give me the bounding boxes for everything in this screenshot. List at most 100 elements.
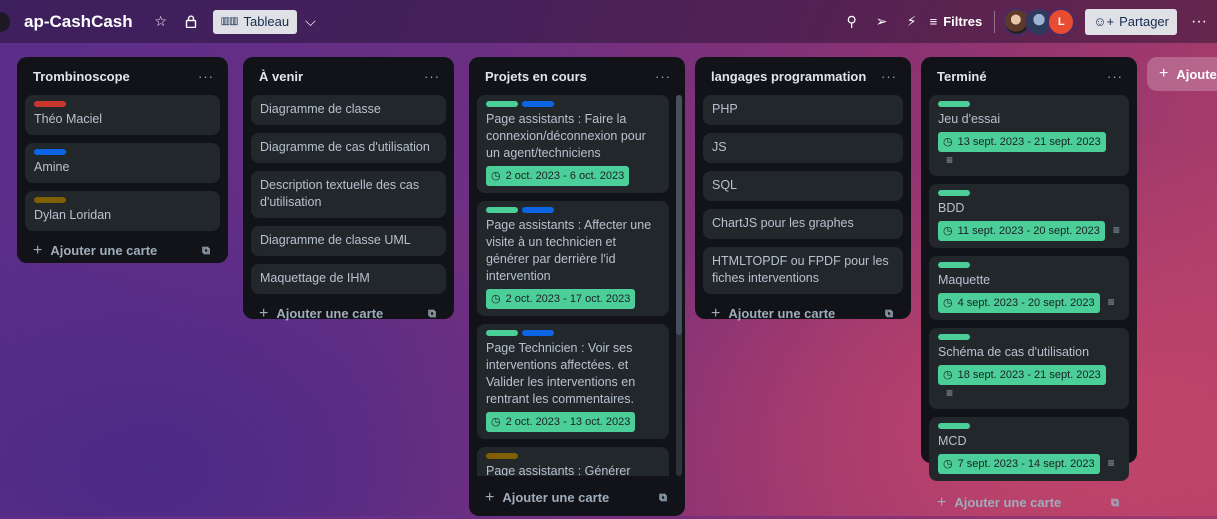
due-date-badge[interactable]: ◷ 13 sept. 2023 - 21 sept. 2023: [938, 132, 1106, 152]
card[interactable]: Diagramme de cas d'utilisation: [251, 133, 446, 163]
card-label[interactable]: [486, 207, 518, 213]
card[interactable]: Diagramme de classe UML: [251, 226, 446, 256]
card-title: Page assistants : Générer fiche interven…: [486, 464, 631, 476]
add-list-button[interactable]: + Ajoutez: [1147, 57, 1217, 91]
card-label[interactable]: [522, 330, 554, 336]
card[interactable]: JS: [703, 133, 903, 163]
filters-button[interactable]: ≡ Filtres: [930, 14, 983, 29]
list-scrollbar[interactable]: [676, 95, 682, 476]
list-menu-icon[interactable]: ···: [655, 69, 671, 84]
list-menu-icon[interactable]: ···: [1107, 69, 1123, 84]
add-card-button[interactable]: + Ajouter une carte ⧉: [703, 298, 903, 330]
card-label[interactable]: [938, 190, 970, 197]
card-label[interactable]: [938, 101, 970, 107]
card[interactable]: ChartJS pour les graphes: [703, 209, 903, 239]
card-label[interactable]: [522, 101, 554, 107]
card-label[interactable]: [938, 262, 970, 269]
card-badges: ◷ 2 oct. 2023 - 6 oct. 2023: [486, 162, 660, 186]
list-title[interactable]: À venir: [259, 69, 303, 84]
star-icon[interactable]: ☆: [149, 10, 173, 34]
card[interactable]: Page Technicien : Voir ses interventions…: [477, 324, 669, 439]
card-template-icon[interactable]: ⧉: [659, 492, 667, 505]
add-card-label: Ajouter une carte: [954, 495, 1062, 511]
send-icon[interactable]: ➢: [870, 10, 894, 34]
chevron-down-icon[interactable]: ⌵: [305, 13, 316, 30]
card-label[interactable]: [522, 207, 554, 213]
card-template-icon[interactable]: ⧉: [202, 245, 210, 258]
card-template-icon[interactable]: ⧉: [1111, 497, 1119, 510]
card[interactable]: Maquette ◷ 4 sept. 2023 - 20 sept. 2023 ≡: [929, 256, 1129, 321]
card-label[interactable]: [486, 330, 518, 336]
list-menu-icon[interactable]: ···: [881, 69, 897, 84]
due-date-badge[interactable]: ◷ 2 oct. 2023 - 17 oct. 2023: [486, 289, 636, 309]
board-view-button[interactable]: ▥▥ Tableau: [212, 9, 298, 34]
list-scroll-area[interactable]: Page assistants : Faire la connexion/déc…: [477, 95, 677, 476]
due-date-badge[interactable]: ◷ 11 sept. 2023 - 20 sept. 2023: [938, 221, 1105, 242]
card-label[interactable]: [34, 101, 66, 107]
member-avatars[interactable]: L: [1003, 7, 1076, 36]
due-date-badge[interactable]: ◷ 2 oct. 2023 - 6 oct. 2023: [486, 166, 630, 186]
sidebar-toggle[interactable]: [0, 11, 10, 32]
card-template-icon[interactable]: ⧉: [885, 308, 893, 321]
add-card-button[interactable]: + Ajouter une carte ⧉: [251, 298, 446, 330]
board-title[interactable]: ap-CashCash: [24, 12, 133, 32]
card-labels[interactable]: [486, 101, 660, 107]
list-title[interactable]: Projets en cours: [485, 69, 587, 84]
add-card-button[interactable]: + Ajouter une carte ⧉: [477, 482, 677, 514]
card-template-icon[interactable]: ⧉: [428, 308, 436, 321]
card-labels[interactable]: [486, 330, 660, 336]
card-labels[interactable]: [34, 149, 211, 155]
card[interactable]: Page assistants : Générer fiche interven…: [477, 447, 669, 476]
card-labels[interactable]: [938, 190, 1120, 197]
scrollbar-thumb[interactable]: [676, 95, 682, 335]
card-label[interactable]: [34, 197, 66, 203]
lightning-icon[interactable]: ⚡: [900, 10, 924, 34]
card[interactable]: Maquettage de IHM: [251, 264, 446, 294]
list-title[interactable]: langages programmation: [711, 69, 866, 84]
card[interactable]: Jeu d'essai ◷ 13 sept. 2023 - 21 sept. 202…: [929, 95, 1129, 177]
card-label[interactable]: [34, 149, 66, 155]
card[interactable]: HTMLTOPDF ou FPDF pour les fiches interv…: [703, 247, 903, 294]
card[interactable]: Page assistants : Affecter une visite à …: [477, 201, 669, 316]
card[interactable]: Théo Maciel: [25, 95, 220, 135]
card[interactable]: Amine: [25, 143, 220, 183]
card[interactable]: Page assistants : Faire la connexion/déc…: [477, 95, 669, 193]
card-labels[interactable]: [938, 101, 1120, 107]
location-icon[interactable]: ⚲: [840, 10, 864, 34]
card-title: Diagramme de cas d'utilisation: [260, 140, 430, 154]
add-card-button[interactable]: + Ajouter une carte ⧉: [25, 235, 220, 267]
card-label[interactable]: [938, 334, 970, 341]
card-label[interactable]: [486, 101, 518, 107]
card[interactable]: MCD ◷ 7 sept. 2023 - 14 sept. 2023 ≡: [929, 417, 1129, 482]
due-date-badge[interactable]: ◷ 18 sept. 2023 - 21 sept. 2023: [938, 365, 1106, 386]
lock-icon[interactable]: [179, 10, 203, 34]
add-card-button[interactable]: + Ajouter une carte ⧉: [929, 487, 1129, 519]
card[interactable]: PHP: [703, 95, 903, 125]
list-menu-icon[interactable]: ···: [198, 69, 214, 84]
card[interactable]: Dylan Loridan: [25, 191, 220, 231]
due-date-text: 7 sept. 2023 - 14 sept. 2023: [957, 457, 1095, 470]
due-date-badge[interactable]: ◷ 4 sept. 2023 - 20 sept. 2023: [938, 293, 1100, 314]
card[interactable]: BDD ◷ 11 sept. 2023 - 20 sept. 2023 ≡: [929, 184, 1129, 249]
avatar[interactable]: L: [1047, 7, 1076, 36]
card[interactable]: Schéma de cas d'utilisation ◷ 18 sept. 202…: [929, 328, 1129, 410]
list-title[interactable]: Trombinoscope: [33, 69, 130, 84]
board-menu-icon[interactable]: ···: [1185, 13, 1213, 31]
due-date-badge[interactable]: ◷ 7 sept. 2023 - 14 sept. 2023: [938, 454, 1100, 475]
card-label[interactable]: [938, 423, 970, 430]
card-labels[interactable]: [938, 334, 1120, 341]
card[interactable]: SQL: [703, 171, 903, 201]
list-menu-icon[interactable]: ···: [424, 69, 440, 84]
card[interactable]: Description textuelle des cas d'utilisat…: [251, 171, 446, 218]
card-labels[interactable]: [938, 262, 1120, 269]
card-labels[interactable]: [938, 423, 1120, 430]
card-labels[interactable]: [34, 197, 211, 203]
card-labels[interactable]: [34, 101, 211, 107]
share-button[interactable]: ☺+ Partager: [1085, 8, 1177, 35]
due-date-badge[interactable]: ◷ 2 oct. 2023 - 13 oct. 2023: [486, 412, 636, 432]
card-labels[interactable]: [486, 207, 660, 213]
card-label[interactable]: [486, 453, 518, 459]
list-title[interactable]: Terminé: [937, 69, 987, 84]
card[interactable]: Diagramme de classe: [251, 95, 446, 125]
card-labels[interactable]: [486, 453, 660, 459]
